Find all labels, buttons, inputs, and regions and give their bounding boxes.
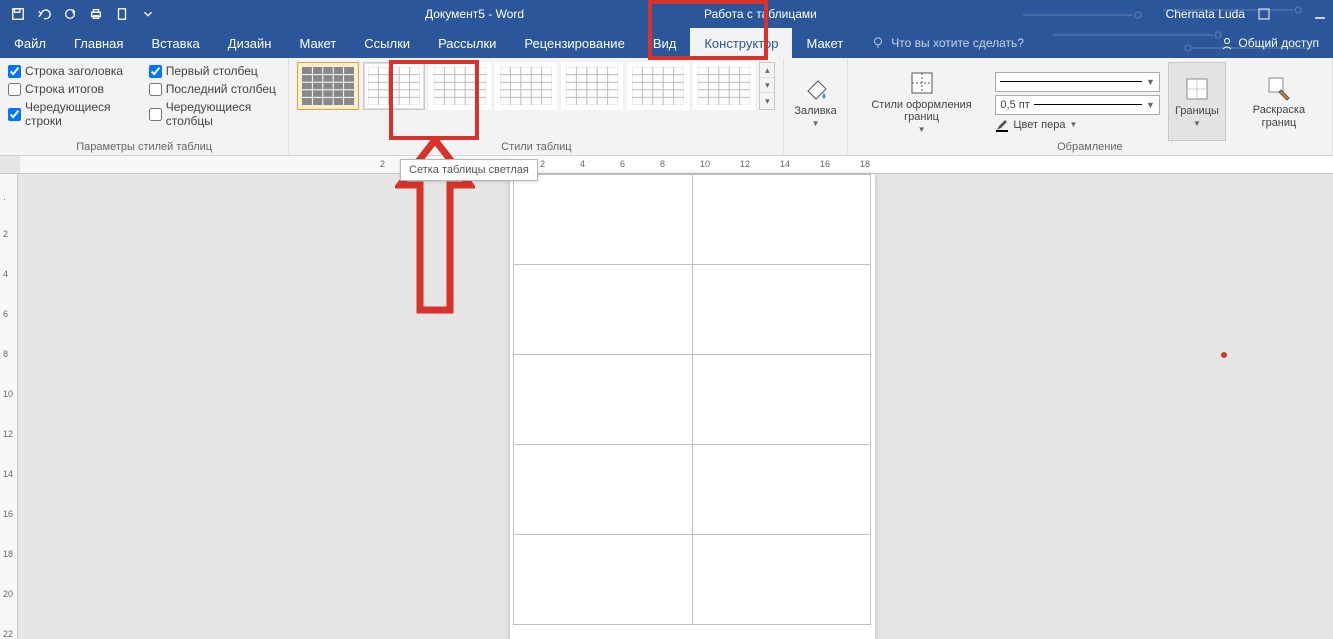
style-tooltip: Сетка таблицы светлая [400,159,538,181]
document-icon[interactable] [110,2,134,26]
undo-icon[interactable] [32,2,56,26]
chevron-down-icon: ▼ [1193,119,1201,128]
user-name: Chernata Luda [1166,7,1245,21]
window-title: Документ5 - Word [425,7,524,21]
expand-gallery-icon[interactable]: ▾ [760,94,774,109]
tab-mailings[interactable]: Рассылки [424,28,510,58]
tab-references[interactable]: Ссылки [350,28,424,58]
shading-button[interactable]: Заливка ▼ [788,62,842,141]
tell-me-search[interactable]: Что вы хотите сделать? [857,28,1038,58]
chevron-down-icon: ▼ [918,125,926,134]
document-page[interactable] [510,174,875,639]
border-width-combo[interactable]: 0,5 пт ▼ [995,95,1160,115]
group-label-style-options: Параметры стилей таблиц [8,141,280,155]
tab-home[interactable]: Главная [60,28,137,58]
group-label-table-styles: Стили таблиц [297,141,775,155]
document-area: 2 · 2 4 6 8 10 12 14 16 18 · 2 4 6 8 10 … [0,156,1333,639]
gallery-more-button[interactable]: ▴ ▾ ▾ [759,62,775,110]
share-icon [1220,36,1234,50]
style-thumb-6[interactable] [627,62,689,110]
line-style-preview [1000,81,1142,82]
style-thumb-1[interactable] [297,62,359,110]
chevron-down-icon: ▼ [1146,77,1155,87]
tab-design[interactable]: Дизайн [214,28,286,58]
share-button[interactable]: Общий доступ [1210,28,1329,58]
ribbon-tabs: Файл Главная Вставка Дизайн Макет Ссылки… [0,28,1333,58]
qat-more-icon[interactable] [136,2,160,26]
tab-view[interactable]: Вид [639,28,691,58]
quick-access-toolbar [0,2,160,26]
group-label-borders: Обрамление [856,141,1324,155]
save-icon[interactable] [6,2,30,26]
group-style-options: Строка заголовка Строка итогов Чередующи… [0,58,289,155]
group-shading: Заливка ▼ [784,58,847,155]
style-thumb-2[interactable] [363,62,425,110]
group-border-styles: Стили оформления границ ▼ ▼ 0,5 пт ▼ Цве… [848,58,1333,155]
chk-last-col[interactable]: Последний столбец [149,82,281,96]
style-thumb-7[interactable] [693,62,755,110]
ribbon-options-icon[interactable] [1255,5,1273,23]
lightbulb-icon [871,36,885,50]
tab-table-design[interactable]: Конструктор [690,28,792,58]
border-painter-icon [1265,74,1293,102]
user-area: Chernata Luda [1166,5,1273,23]
document-table[interactable] [513,174,871,625]
chk-banded-rows[interactable]: Чередующиеся строки [8,100,131,128]
border-style-icon [908,69,936,97]
chk-banded-cols[interactable]: Чередующиеся столбцы [149,100,281,128]
vertical-ruler[interactable]: · 2 4 6 8 10 12 14 16 18 20 22 24 [0,174,18,639]
pen-color-button[interactable]: Цвет пера ▼ [995,118,1160,132]
title-bar: Документ5 - Word Работа с таблицами Cher… [0,0,1333,28]
border-styles-button[interactable]: Стили оформления границ ▼ [856,62,988,141]
borders-button[interactable]: Границы ▼ [1168,62,1226,141]
chk-total-row[interactable]: Строка итогов [8,82,131,96]
paint-bucket-icon [802,75,830,103]
style-thumb-4[interactable] [495,62,557,110]
context-tab-title: Работа с таблицами [680,0,841,28]
tab-file[interactable]: Файл [0,28,60,58]
window-controls [1311,5,1329,23]
tab-insert[interactable]: Вставка [137,28,213,58]
chk-first-col[interactable]: Первый столбец [149,64,281,78]
scroll-up-icon[interactable]: ▴ [760,63,774,78]
print-icon[interactable] [84,2,108,26]
chevron-down-icon: ▼ [1146,100,1155,110]
style-thumb-3[interactable] [429,62,491,110]
border-line-style-combo[interactable]: ▼ [995,72,1160,92]
style-thumb-5[interactable] [561,62,623,110]
group-table-styles: ▴ ▾ ▾ Стили таблиц [289,58,784,155]
scroll-down-icon[interactable]: ▾ [760,78,774,93]
tab-table-layout[interactable]: Макет [792,28,857,58]
tab-layout[interactable]: Макет [285,28,350,58]
redo-icon[interactable] [58,2,82,26]
cursor-dot [1221,352,1227,358]
ribbon: Строка заголовка Строка итогов Чередующи… [0,58,1333,156]
chk-header-row[interactable]: Строка заголовка [8,64,131,78]
chevron-down-icon: ▼ [812,119,820,128]
tell-me-placeholder: Что вы хотите сделать? [891,36,1024,50]
border-painter-button[interactable]: Раскраска границ [1234,62,1324,141]
border-width-value: 0,5 пт [1000,99,1029,111]
minimize-icon[interactable] [1311,5,1329,23]
tab-review[interactable]: Рецензирование [510,28,638,58]
chevron-down-icon: ▼ [1069,120,1077,129]
line-width-preview [1034,104,1142,105]
horizontal-ruler[interactable]: 2 · 2 4 6 8 10 12 14 16 18 [0,156,1333,174]
pen-icon [995,118,1009,132]
borders-icon [1183,75,1211,103]
share-label: Общий доступ [1238,36,1319,50]
